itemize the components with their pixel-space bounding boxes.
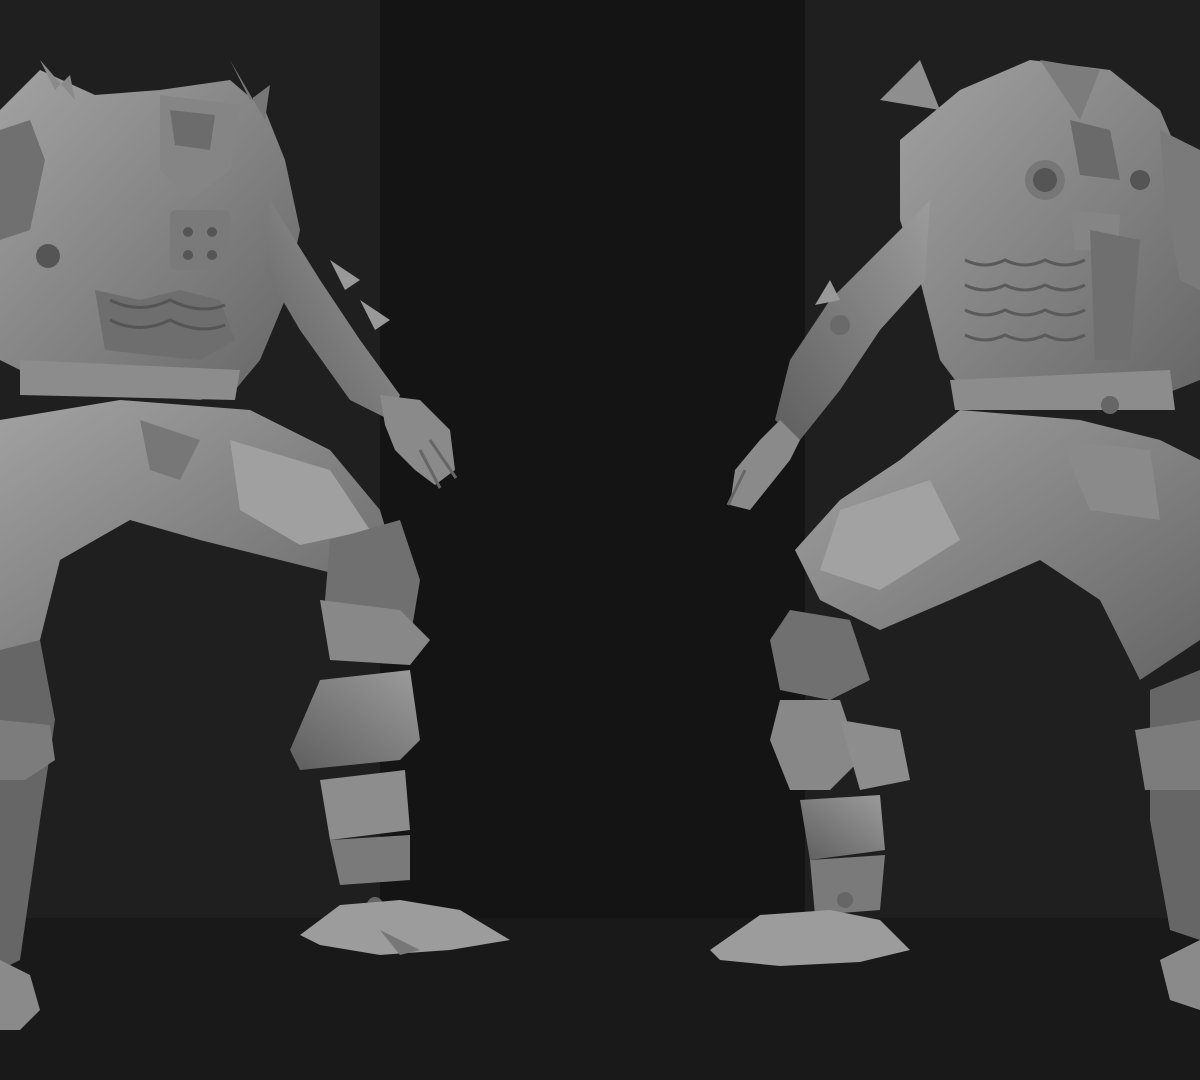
back-right-leg-edge [1135, 670, 1200, 1010]
back-torso [880, 60, 1200, 414]
back-lower-leg [710, 610, 910, 966]
sculpt-viewport [0, 0, 1200, 1080]
back-view-armored-sculpt [710, 60, 1200, 1010]
